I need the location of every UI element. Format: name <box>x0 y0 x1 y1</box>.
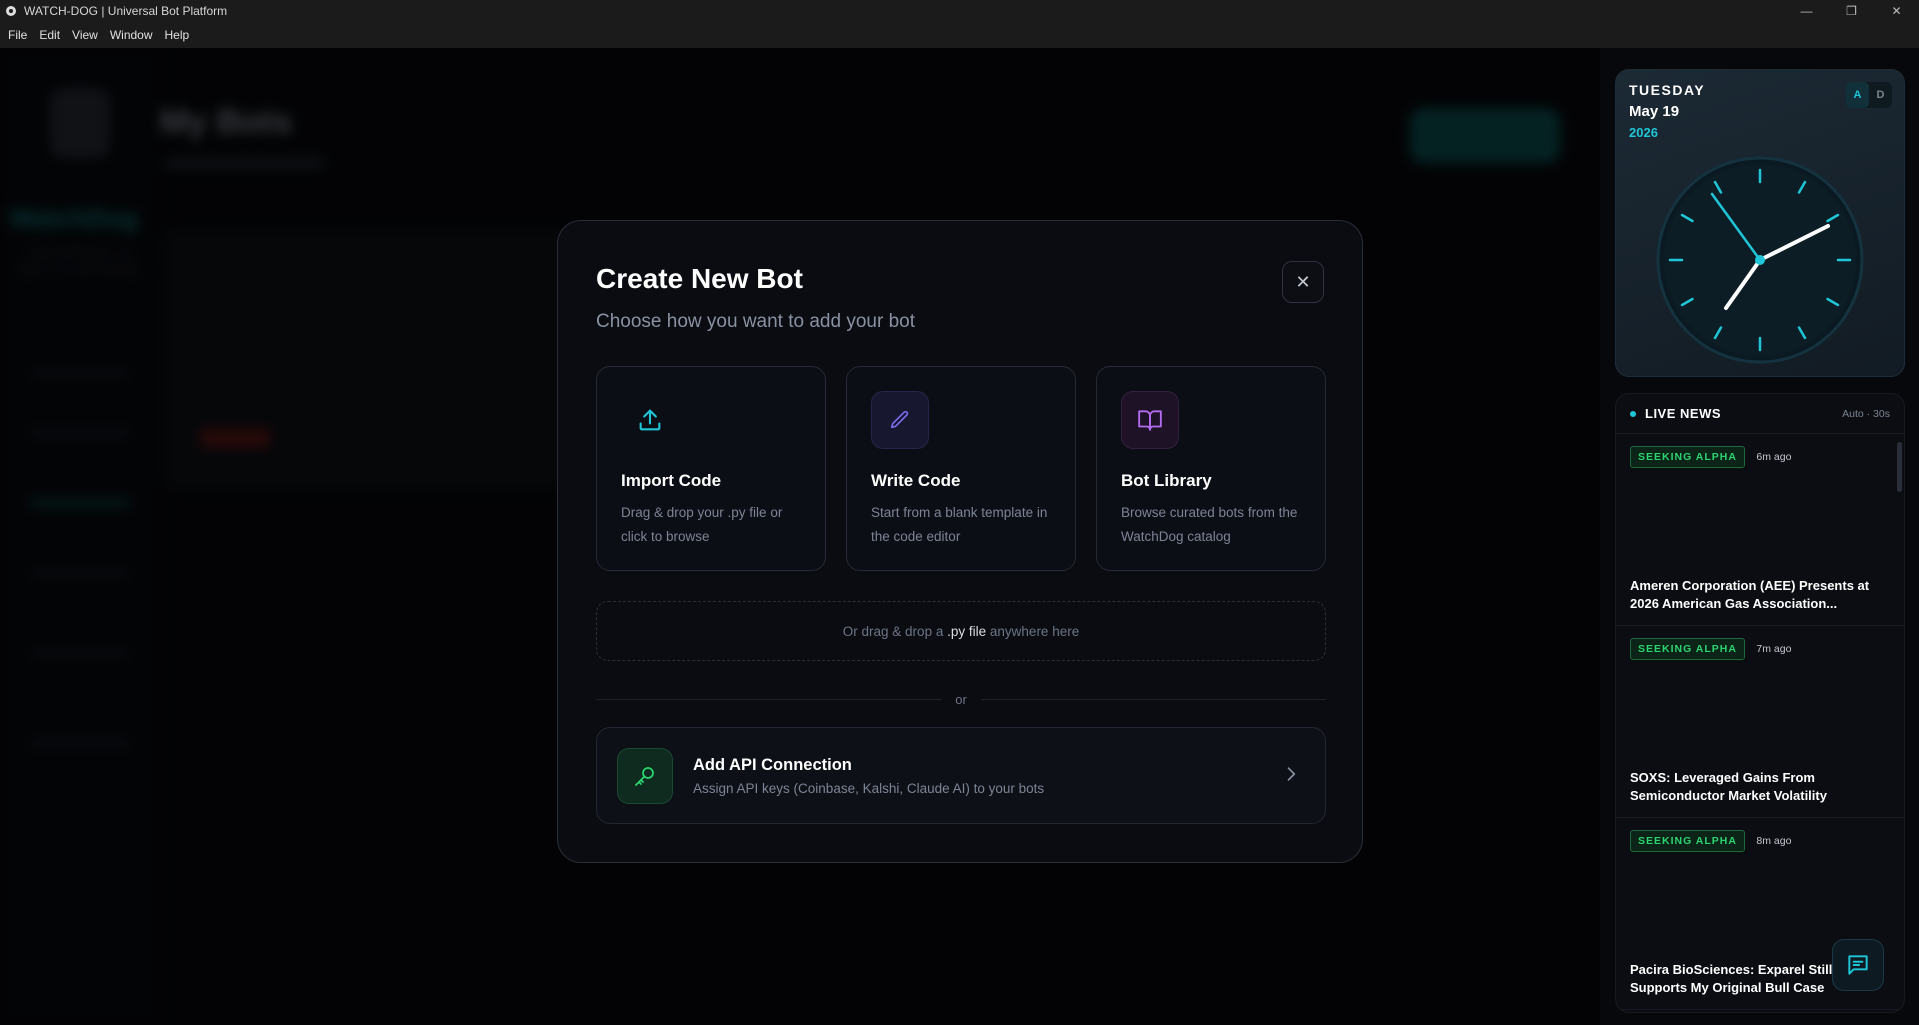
key-icon <box>617 748 673 804</box>
news-title: LIVE NEWS <box>1645 406 1722 421</box>
app-icon <box>4 4 18 18</box>
dropzone-prefix: Or drag & drop a <box>842 623 944 639</box>
clock-center <box>1755 255 1765 265</box>
api-subtitle: Assign API keys (Coinbase, Kalshi, Claud… <box>693 781 1045 796</box>
news-refresh: Auto · 30s <box>1842 407 1890 420</box>
option-cards: Import Code Drag & drop your .py file or… <box>596 366 1326 571</box>
news-time: 6m ago <box>1756 451 1792 463</box>
menu-edit[interactable]: Edit <box>33 28 66 42</box>
card-title: Import Code <box>621 471 722 490</box>
source-badge: SEEKING ALPHA <box>1630 446 1745 468</box>
or-divider: or <box>596 691 1326 707</box>
menu-file[interactable]: File <box>2 28 33 42</box>
add-api-connection-button[interactable]: Add API Connection Assign API keys (Coin… <box>596 727 1326 824</box>
card-description: Start from a blank template in the code … <box>871 505 1048 544</box>
clock-day: TUESDAY <box>1629 82 1706 98</box>
menu-help[interactable]: Help <box>159 28 196 42</box>
card-description: Browse curated bots from the WatchDog ca… <box>1121 505 1298 544</box>
dropzone-file: .py file <box>947 623 987 639</box>
news-time: 7m ago <box>1756 643 1792 655</box>
analog-toggle[interactable]: A <box>1846 82 1869 108</box>
right-panel: TUESDAY May 19 2026 A D LIVE NEWS Auto ·… <box>1600 48 1919 1025</box>
app-content: WatchDog UNIVERSAL AI BOT PLATFORM My Bo… <box>0 48 1919 1025</box>
close-icon: ✕ <box>1295 271 1311 292</box>
card-title: Bot Library <box>1121 471 1212 490</box>
live-news-panel: LIVE NEWS Auto · 30s SEEKING ALPHA 6m ag… <box>1615 393 1905 1013</box>
news-scrollbar[interactable] <box>1897 442 1902 492</box>
clock-year: 2026 <box>1629 125 1658 140</box>
import-code-card[interactable]: Import Code Drag & drop your .py file or… <box>596 366 826 571</box>
divider-label: or <box>955 691 967 707</box>
modal-title: Create New Bot <box>596 263 803 294</box>
window-titlebar: WATCH-DOG | Universal Bot Platform — ❐ ✕ <box>0 0 1919 22</box>
write-code-card[interactable]: Write Code Start from a blank template i… <box>846 366 1076 571</box>
create-bot-modal: Create New Bot Choose how you want to ad… <box>557 220 1363 863</box>
close-window-button[interactable]: ✕ <box>1874 0 1919 22</box>
file-dropzone[interactable]: Or drag & drop a .py file anywhere here <box>596 601 1326 661</box>
analog-clock <box>1656 156 1864 364</box>
source-badge: SEEKING ALPHA <box>1630 638 1745 660</box>
news-item[interactable]: SEEKING ALPHA 7m ago SOXS: Leveraged Gai… <box>1616 626 1904 818</box>
api-title: Add API Connection <box>693 756 852 774</box>
card-description: Drag & drop your .py file or click to br… <box>621 505 783 544</box>
chat-icon <box>1848 955 1868 975</box>
restore-button[interactable]: ❐ <box>1829 0 1874 22</box>
modal-subtitle: Choose how you want to add your bot <box>596 311 915 332</box>
close-modal-button[interactable]: ✕ <box>1282 261 1324 303</box>
news-headline: SOXS: Leveraged Gains From Semiconductor… <box>1630 770 1827 803</box>
upload-icon <box>621 391 679 449</box>
news-time: 8m ago <box>1756 835 1792 847</box>
book-icon <box>1121 391 1179 449</box>
digital-toggle[interactable]: D <box>1869 82 1892 108</box>
card-title: Write Code <box>871 471 961 490</box>
clock-date: May 19 <box>1629 103 1680 120</box>
source-badge: SEEKING ALPHA <box>1630 830 1745 852</box>
menu-window[interactable]: Window <box>104 28 159 42</box>
news-header: LIVE NEWS Auto · 30s <box>1616 394 1904 434</box>
window-title: WATCH-DOG | Universal Bot Platform <box>24 4 228 18</box>
clock-widget: TUESDAY May 19 2026 A D <box>1615 69 1905 377</box>
pencil-icon <box>871 391 929 449</box>
news-item[interactable]: SEEKING ALPHA 6m ago Ameren Corporation … <box>1616 434 1904 626</box>
news-headline: Ameren Corporation (AEE) Presents at 202… <box>1630 578 1870 611</box>
menu-view[interactable]: View <box>66 28 104 42</box>
menu-bar: File Edit View Window Help <box>0 22 1919 48</box>
chat-button[interactable] <box>1832 939 1884 991</box>
clock-mode-toggle: A D <box>1846 82 1892 108</box>
live-dot-icon <box>1630 410 1636 417</box>
minimize-button[interactable]: — <box>1784 0 1829 22</box>
dropzone-suffix: anywhere here <box>989 623 1080 639</box>
bot-library-card[interactable]: Bot Library Browse curated bots from the… <box>1096 366 1326 571</box>
chevron-right-icon <box>1281 764 1301 789</box>
